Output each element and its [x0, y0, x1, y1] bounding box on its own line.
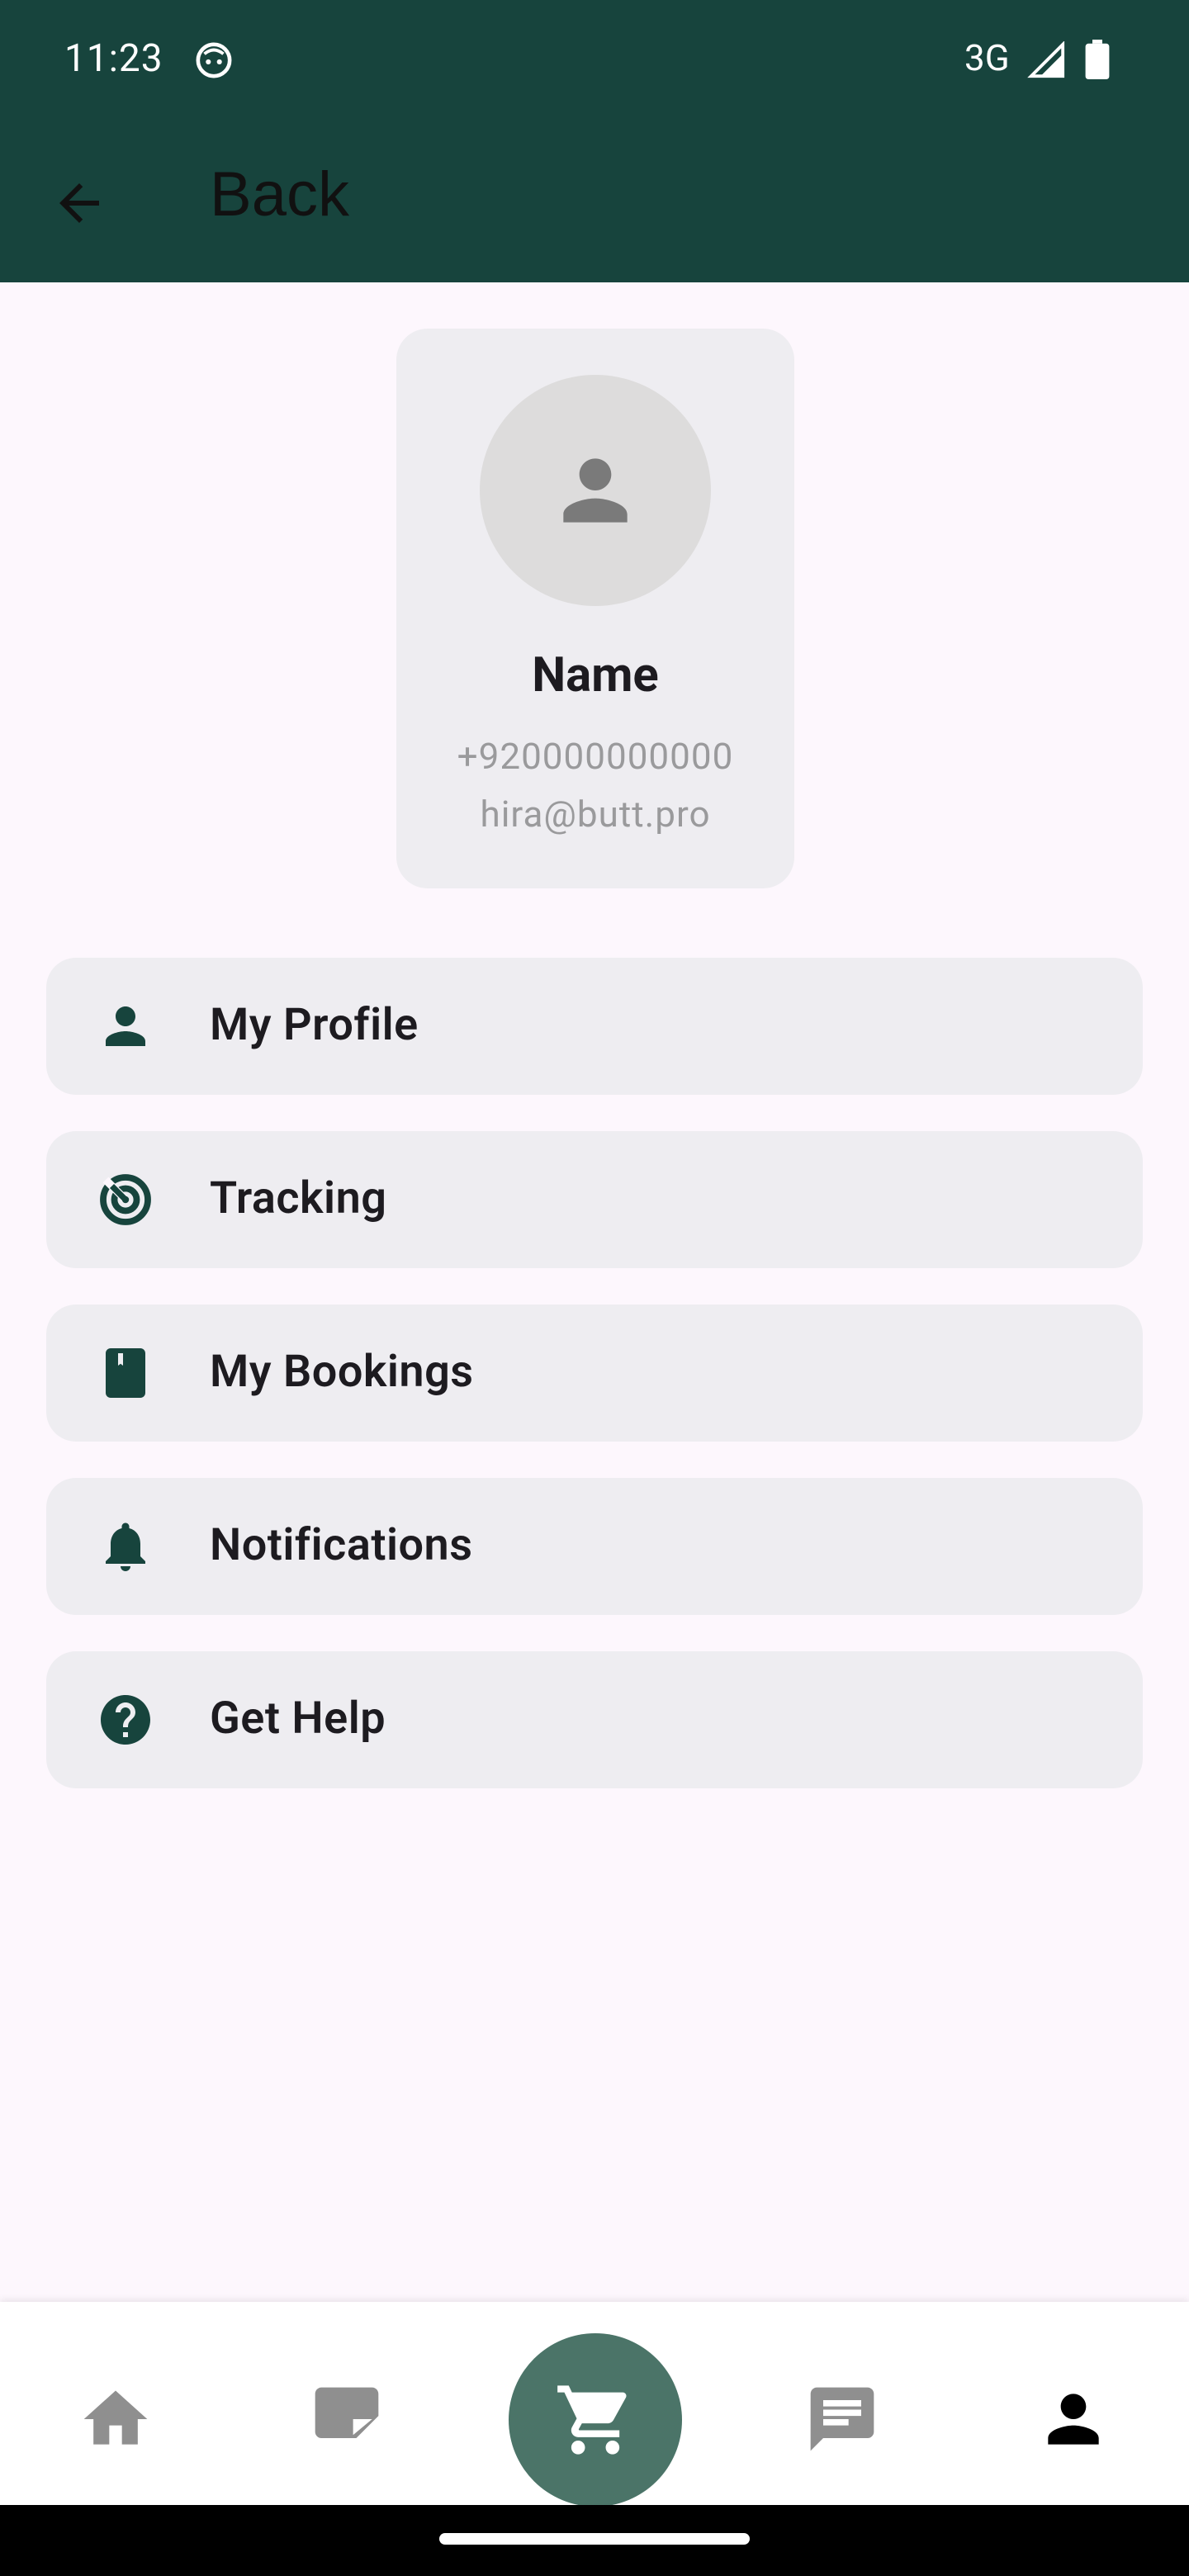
menu-item-label: Notifications [210, 1519, 473, 1571]
face-icon [196, 42, 232, 78]
profile-card: Name +920000000000 hira@butt.pro [396, 329, 794, 888]
cart-icon [557, 2385, 627, 2455]
menu-item-my-bookings[interactable]: My Bookings [46, 1305, 1143, 1442]
menu-item-tracking[interactable]: Tracking [46, 1131, 1143, 1268]
gesture-bar [0, 2505, 1189, 2576]
menu-item-my-profile[interactable]: My Profile [46, 958, 1143, 1095]
arrow-back-icon[interactable] [50, 173, 109, 233]
home-gesture-handle[interactable] [439, 2533, 750, 2545]
battery-icon [1085, 40, 1110, 79]
radar-icon [100, 1174, 151, 1225]
profile-name: Name [532, 647, 659, 703]
person-icon [563, 458, 628, 523]
menu-item-label: Tracking [210, 1172, 387, 1224]
chat-icon[interactable] [804, 2381, 880, 2457]
bottom-navigation [0, 2302, 1189, 2507]
help-icon [101, 1695, 150, 1745]
back-title[interactable]: Back [210, 159, 349, 230]
status-bar: 11:23 3G [0, 0, 1189, 122]
profile-email: hira@butt.pro [480, 793, 711, 836]
menu-item-label: My Bookings [210, 1346, 474, 1398]
status-time: 11:23 [64, 36, 163, 81]
home-icon[interactable] [78, 2381, 154, 2457]
person-icon [106, 1006, 145, 1046]
network-type: 3G [964, 36, 1010, 79]
bell-icon [106, 1522, 145, 1571]
menu-item-label: My Profile [210, 999, 419, 1051]
menu-item-label: Get Help [210, 1693, 386, 1745]
menu-item-notifications[interactable]: Notifications [46, 1478, 1143, 1615]
bookmark-icon [106, 1348, 145, 1398]
menu-item-get-help[interactable]: Get Help [46, 1651, 1143, 1788]
signal-icon [1027, 41, 1065, 78]
cart-button[interactable] [509, 2333, 682, 2507]
person-icon[interactable] [1035, 2381, 1111, 2457]
app-bar: Back [0, 122, 1189, 282]
note-icon[interactable] [309, 2381, 385, 2457]
profile-phone: +920000000000 [457, 735, 734, 778]
avatar[interactable] [480, 375, 711, 606]
